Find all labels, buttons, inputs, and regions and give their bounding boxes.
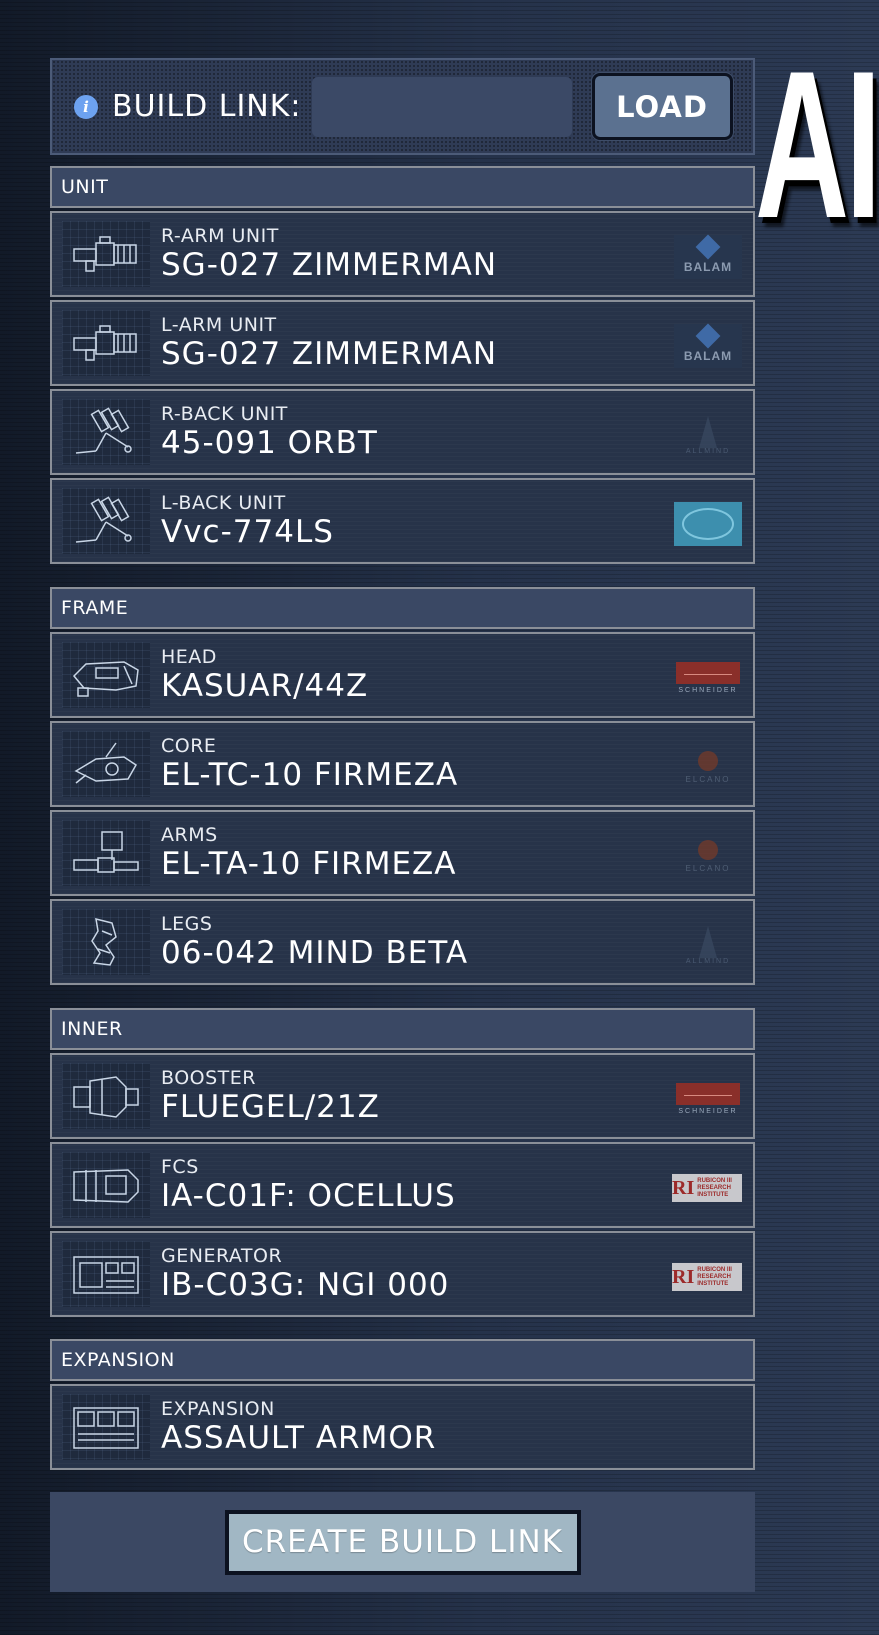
- slot-label: EXPANSION: [161, 1398, 275, 1420]
- part-name: FLUEGEL/21Z: [161, 1089, 380, 1125]
- build-link-bar: i BUILD LINK: LOAD: [50, 58, 755, 155]
- rubicon-logo: RI RUBICON III RESEARCH INSTITUTE: [672, 1263, 742, 1291]
- build-link-label: BUILD LINK:: [112, 89, 302, 124]
- allmind-logo: ALLMIND: [674, 923, 742, 967]
- generator-part-icon: [62, 1241, 150, 1307]
- head-part-icon: [62, 642, 150, 708]
- legs-part-icon: [62, 909, 150, 975]
- part-name: SG-027 ZIMMERMAN: [161, 336, 498, 372]
- part-name: 45-091 ORBT: [161, 425, 378, 461]
- part-name: EL-TA-10 FIRMEZA: [161, 846, 457, 882]
- load-button[interactable]: LOAD: [591, 73, 733, 140]
- section-header: INNER: [50, 1008, 755, 1050]
- fcs-part-icon: [62, 1152, 150, 1218]
- part-row-r-back-unit[interactable]: R-BACK UNIT 45-091 ORBT ALLMIND: [50, 389, 755, 475]
- elcano-logo: ELCANO: [674, 834, 742, 878]
- slot-label: CORE: [161, 735, 217, 757]
- section-header: UNIT: [50, 166, 755, 208]
- part-row-generator[interactable]: GENERATOR IB-C03G: NGI 000 RI RUBICON II…: [50, 1231, 755, 1317]
- part-name: KASUAR/44Z: [161, 668, 369, 704]
- missile-launcher-icon: [62, 488, 150, 554]
- part-row-fcs[interactable]: FCS IA-C01F: OCELLUS RI RUBICON III RESE…: [50, 1142, 755, 1228]
- section-header: EXPANSION: [50, 1339, 755, 1381]
- part-row-l-arm-unit[interactable]: L-ARM UNIT SG-027 ZIMMERMAN BALAM: [50, 300, 755, 386]
- part-row-r-arm-unit[interactable]: R-ARM UNIT SG-027 ZIMMERMAN BALAM: [50, 211, 755, 297]
- slot-label: L-ARM UNIT: [161, 314, 277, 336]
- build-link-input[interactable]: [311, 76, 572, 137]
- schneider-logo: SCHNEIDER: [674, 1077, 742, 1121]
- part-name: IB-C03G: NGI 000: [161, 1267, 450, 1303]
- balam-logo: BALAM: [674, 323, 742, 368]
- part-name: EL-TC-10 FIRMEZA: [161, 757, 459, 793]
- section-frame: FRAME HEAD KASUAR/44Z SCHNEIDER CORE EL-…: [50, 587, 755, 985]
- allmind-logo: ALLMIND: [674, 413, 742, 457]
- part-row-expansion[interactable]: EXPANSION ASSAULT ARMOR: [50, 1384, 755, 1470]
- part-name: ASSAULT ARMOR: [161, 1420, 437, 1456]
- arms-part-icon: [62, 820, 150, 886]
- expansion-part-icon: [62, 1394, 150, 1460]
- part-name: 06-042 MIND BETA: [161, 935, 469, 971]
- part-row-booster[interactable]: BOOSTER FLUEGEL/21Z SCHNEIDER: [50, 1053, 755, 1139]
- part-row-l-back-unit[interactable]: L-BACK UNIT Vvc-774LS: [50, 478, 755, 564]
- slot-label: LEGS: [161, 913, 213, 935]
- rubicon-logo: RI RUBICON III RESEARCH INSTITUTE: [672, 1174, 742, 1202]
- rifle-icon: [62, 221, 150, 287]
- elcano-logo: ELCANO: [674, 745, 742, 789]
- slot-label: HEAD: [161, 646, 217, 668]
- vvc-logo: [674, 502, 742, 546]
- slot-label: FCS: [161, 1156, 199, 1178]
- part-name: Vvc-774LS: [161, 514, 334, 550]
- page-title-fragment: AI: [755, 27, 879, 262]
- part-row-arms[interactable]: ARMS EL-TA-10 FIRMEZA ELCANO: [50, 810, 755, 896]
- slot-label: GENERATOR: [161, 1245, 283, 1267]
- part-row-legs[interactable]: LEGS 06-042 MIND BETA ALLMIND: [50, 899, 755, 985]
- part-row-head[interactable]: HEAD KASUAR/44Z SCHNEIDER: [50, 632, 755, 718]
- slot-label: BOOSTER: [161, 1067, 256, 1089]
- core-part-icon: [62, 731, 150, 797]
- section-unit: UNIT R-ARM UNIT SG-027 ZIMMERMAN BALAM L…: [50, 166, 755, 564]
- slot-label: R-ARM UNIT: [161, 225, 279, 247]
- slot-label: L-BACK UNIT: [161, 492, 286, 514]
- create-build-link-panel: CREATE BUILD LINK: [50, 1492, 755, 1592]
- create-build-link-button[interactable]: CREATE BUILD LINK: [224, 1509, 581, 1575]
- slot-label: ARMS: [161, 824, 218, 846]
- booster-part-icon: [62, 1063, 150, 1129]
- part-name: IA-C01F: OCELLUS: [161, 1178, 456, 1214]
- schneider-logo: SCHNEIDER: [674, 656, 742, 700]
- section-header: FRAME: [50, 587, 755, 629]
- slot-label: R-BACK UNIT: [161, 403, 288, 425]
- part-name: SG-027 ZIMMERMAN: [161, 247, 498, 283]
- section-inner: INNER BOOSTER FLUEGEL/21Z SCHNEIDER FCS …: [50, 1008, 755, 1317]
- section-expansion: EXPANSION EXPANSION ASSAULT ARMOR: [50, 1339, 755, 1470]
- balam-logo: BALAM: [674, 234, 742, 279]
- rifle-icon: [62, 310, 150, 376]
- info-icon[interactable]: i: [74, 94, 98, 119]
- part-row-core[interactable]: CORE EL-TC-10 FIRMEZA ELCANO: [50, 721, 755, 807]
- missile-launcher-icon: [62, 399, 150, 465]
